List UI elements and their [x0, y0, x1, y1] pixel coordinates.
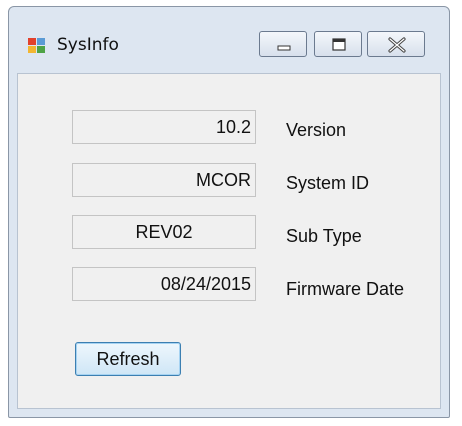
- version-label: Version: [286, 120, 347, 140]
- minimize-button[interactable]: [259, 31, 307, 57]
- maximize-icon: [332, 38, 346, 51]
- close-icon: [388, 37, 406, 53]
- sub-type-field[interactable]: REV02: [72, 215, 256, 249]
- system-id-label: System ID: [286, 173, 370, 193]
- close-button[interactable]: [367, 31, 425, 57]
- title-bar[interactable]: SysInfo: [9, 7, 449, 73]
- version-field[interactable]: 10.2: [72, 110, 256, 144]
- app-window-icon: [27, 37, 47, 55]
- sub-type-label: Sub Type: [286, 226, 362, 246]
- maximize-button[interactable]: [314, 31, 362, 57]
- window-title: SysInfo: [57, 35, 119, 55]
- firmware-date-field[interactable]: 08/24/2015: [72, 267, 256, 301]
- firmware-date-label: Firmware Date: [286, 279, 405, 299]
- client-area: 10.2 Version MCOR System ID REV02 Sub Ty…: [17, 73, 441, 409]
- system-id-field[interactable]: MCOR: [72, 163, 256, 197]
- minimize-icon: [277, 45, 291, 51]
- refresh-button[interactable]: Refresh: [75, 342, 181, 376]
- sysinfo-window: SysInfo 10.2 Version MCOR System ID REV0…: [8, 6, 450, 418]
